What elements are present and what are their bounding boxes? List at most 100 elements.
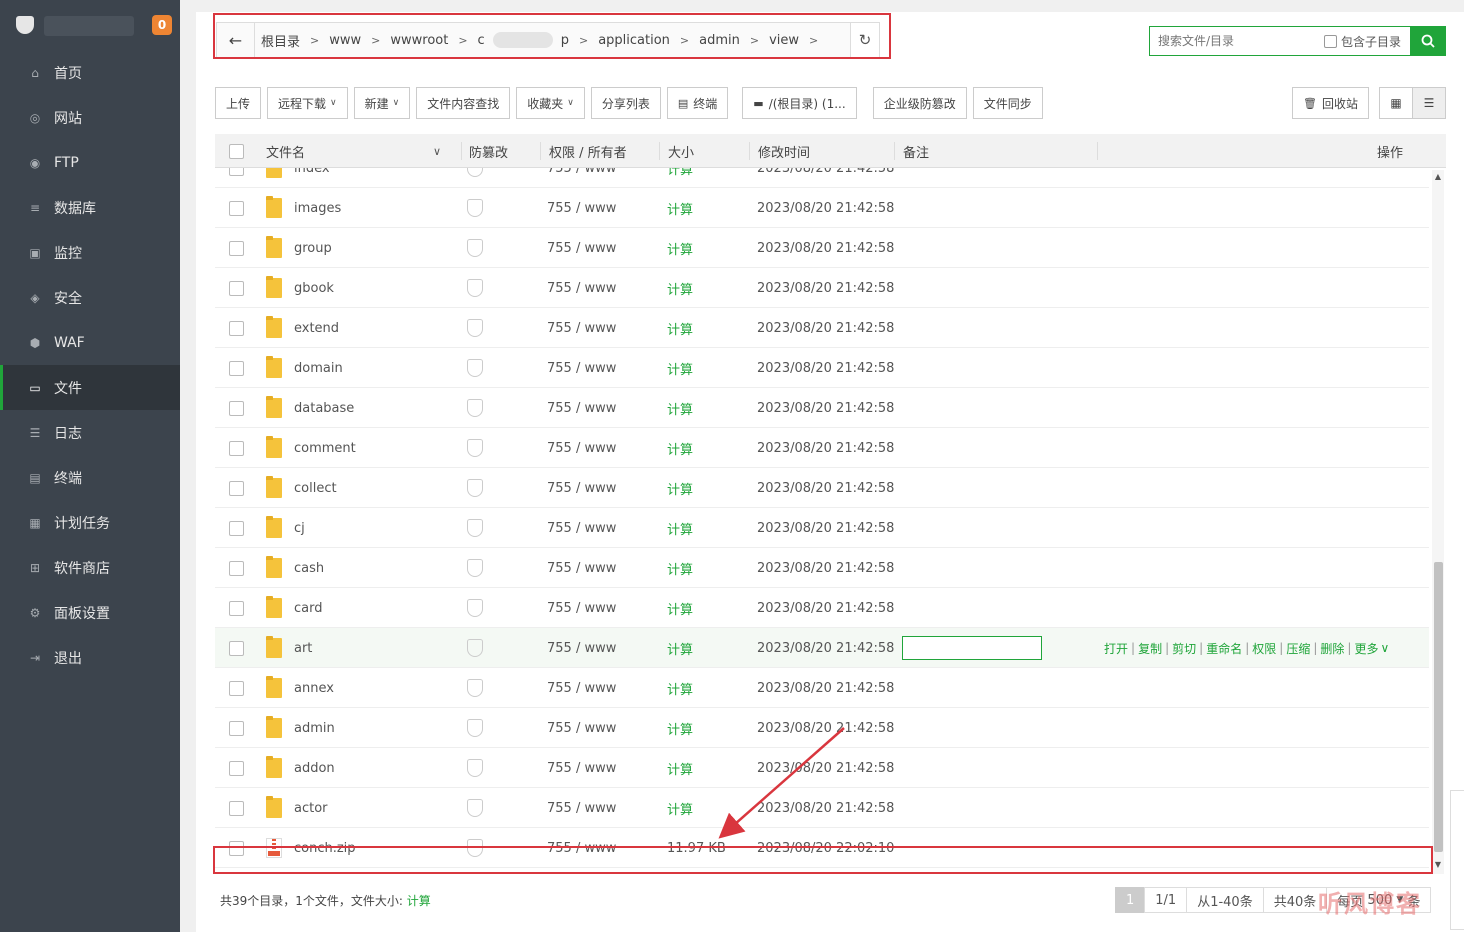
file-size[interactable]: 计算 [667, 348, 693, 388]
file-name[interactable]: images [294, 188, 341, 228]
table-row[interactable]: group 755 / www 计算 2023/08/20 21:42:58 [215, 228, 1429, 268]
row-checkbox[interactable] [229, 588, 244, 628]
tamper-shield-icon[interactable] [467, 188, 483, 228]
row-checkbox[interactable] [229, 428, 244, 468]
file-perm[interactable]: 755 / www [547, 708, 616, 748]
row-checkbox[interactable] [229, 548, 244, 588]
file-perm[interactable]: 755 / www [547, 668, 616, 708]
row-action[interactable]: 重命名 [1206, 640, 1242, 657]
file-perm[interactable]: 755 / www [547, 228, 616, 268]
file-size[interactable]: 计算 [667, 588, 693, 628]
row-checkbox[interactable] [229, 388, 244, 428]
file-name[interactable]: conch.zip [294, 828, 356, 868]
file-size[interactable]: 计算 [667, 168, 693, 188]
file-name[interactable]: gbook [294, 268, 334, 308]
row-checkbox[interactable] [229, 308, 244, 348]
toolbar-button[interactable]: 远程下载 ∨ [267, 87, 348, 119]
tamper-shield-icon[interactable] [467, 548, 483, 588]
file-size[interactable]: 计算 [667, 228, 693, 268]
file-size[interactable]: 计算 [667, 548, 693, 588]
tamper-shield-icon[interactable] [467, 508, 483, 548]
row-action[interactable]: 删除 [1320, 640, 1344, 657]
row-checkbox[interactable] [229, 828, 244, 868]
scrollbar-thumb[interactable] [1434, 562, 1443, 852]
file-size[interactable]: 计算 [667, 668, 693, 708]
back-arrow-icon[interactable]: ← [217, 23, 255, 57]
file-size[interactable]: 计算 [667, 708, 693, 748]
toolbar-button[interactable]: 收藏夹 ∨ [516, 87, 585, 119]
tamper-shield-icon[interactable] [467, 228, 483, 268]
table-row[interactable]: domain 755 / www 计算 2023/08/20 21:42:58 [215, 348, 1429, 388]
select-all-checkbox[interactable] [229, 134, 244, 168]
crumb-item[interactable]: admin [693, 33, 746, 48]
tamper-shield-icon[interactable] [467, 588, 483, 628]
file-name[interactable]: extend [294, 308, 339, 348]
note-input[interactable] [902, 628, 1042, 668]
crumb-item[interactable]: view [763, 33, 805, 48]
file-size[interactable]: 计算 [667, 468, 693, 508]
row-action[interactable]: 打开 [1104, 640, 1128, 657]
sidebar-item[interactable]: ◈ 安全 [0, 275, 180, 320]
tamper-shield-icon[interactable] [467, 308, 483, 348]
table-row[interactable]: cj 755 / www 计算 2023/08/20 21:42:58 [215, 508, 1429, 548]
file-perm[interactable]: 755 / www [547, 748, 616, 788]
sidebar-item[interactable]: ⊞ 软件商店 [0, 545, 180, 590]
table-row[interactable]: art 755 / www 计算 2023/08/20 21:42:58 打开 | 复制 | 剪… [215, 628, 1429, 668]
table-row[interactable]: images 755 / www 计算 2023/08/20 21:42:58 [215, 188, 1429, 228]
table-row[interactable]: gbook 755 / www 计算 2023/08/20 21:42:58 [215, 268, 1429, 308]
table-row[interactable]: database 755 / www 计算 2023/08/20 21:42:58 [215, 388, 1429, 428]
tamper-shield-icon[interactable] [467, 348, 483, 388]
tamper-shield-icon[interactable] [467, 268, 483, 308]
grid-view-button[interactable]: ▦ [1379, 87, 1413, 119]
row-checkbox[interactable] [229, 748, 244, 788]
sidebar-item[interactable]: ◉ FTP [0, 140, 180, 185]
row-checkbox[interactable] [229, 348, 244, 388]
recycle-bin-button[interactable]: 🗑 回收站 [1292, 87, 1369, 119]
row-action[interactable]: 更多 [1354, 640, 1378, 657]
crumb-item[interactable]: 根目录 [255, 31, 306, 50]
row-action[interactable]: 剪切 [1172, 640, 1196, 657]
notification-badge[interactable]: 0 [152, 15, 172, 35]
sidebar-item[interactable]: ◎ 网站 [0, 95, 180, 140]
list-view-button[interactable]: ☰ [1412, 87, 1446, 119]
page-current[interactable]: 1 [1115, 887, 1146, 913]
file-size[interactable]: 计算 [667, 788, 693, 828]
sidebar-item[interactable]: ⌂ 首页 [0, 50, 180, 95]
file-perm[interactable]: 755 / www [547, 828, 616, 868]
file-name[interactable]: index [294, 168, 330, 188]
file-name[interactable]: database [294, 388, 354, 428]
tamper-shield-icon[interactable] [467, 668, 483, 708]
side-widget[interactable] [1450, 790, 1464, 930]
file-name[interactable]: collect [294, 468, 337, 508]
sidebar-item[interactable]: ▭ 文件 [0, 365, 180, 410]
tamper-shield-icon[interactable] [467, 168, 483, 188]
file-name[interactable]: addon [294, 748, 335, 788]
col-name[interactable]: 文件名 [266, 134, 305, 168]
sidebar-item[interactable]: ≡ 数据库 [0, 185, 180, 230]
file-perm[interactable]: 755 / www [547, 268, 616, 308]
file-name[interactable]: card [294, 588, 322, 628]
row-checkbox[interactable] [229, 228, 244, 268]
file-perm[interactable]: 755 / www [547, 628, 616, 668]
file-name[interactable]: actor [294, 788, 328, 828]
toolbar-button[interactable]: 上传 [215, 87, 262, 119]
table-row[interactable]: index 755 / www 计算 2023/08/20 21:42:58 [215, 168, 1429, 188]
crumb-item[interactable]: application [592, 33, 676, 48]
file-name[interactable]: cash [294, 548, 324, 588]
file-perm[interactable]: 755 / www [547, 508, 616, 548]
file-size[interactable]: 计算 [667, 188, 693, 228]
toolbar-button[interactable]: 文件同步 [972, 87, 1043, 119]
scroll-up-icon[interactable]: ▲ [1432, 172, 1444, 181]
calc-total-size-link[interactable]: 计算 [407, 894, 431, 908]
row-action[interactable]: 压缩 [1286, 640, 1310, 657]
row-checkbox[interactable] [229, 168, 244, 188]
file-perm[interactable]: 755 / www [547, 188, 616, 228]
file-size[interactable]: 计算 [667, 308, 693, 348]
row-checkbox[interactable] [229, 788, 244, 828]
file-name[interactable]: annex [294, 668, 334, 708]
search-input[interactable] [1150, 27, 1320, 55]
col-mtime[interactable]: 修改时间 [758, 134, 810, 168]
row-checkbox[interactable] [229, 188, 244, 228]
toolbar-button[interactable]: ▬ /(根目录) (1... [742, 87, 857, 119]
file-perm[interactable]: 755 / www [547, 788, 616, 828]
